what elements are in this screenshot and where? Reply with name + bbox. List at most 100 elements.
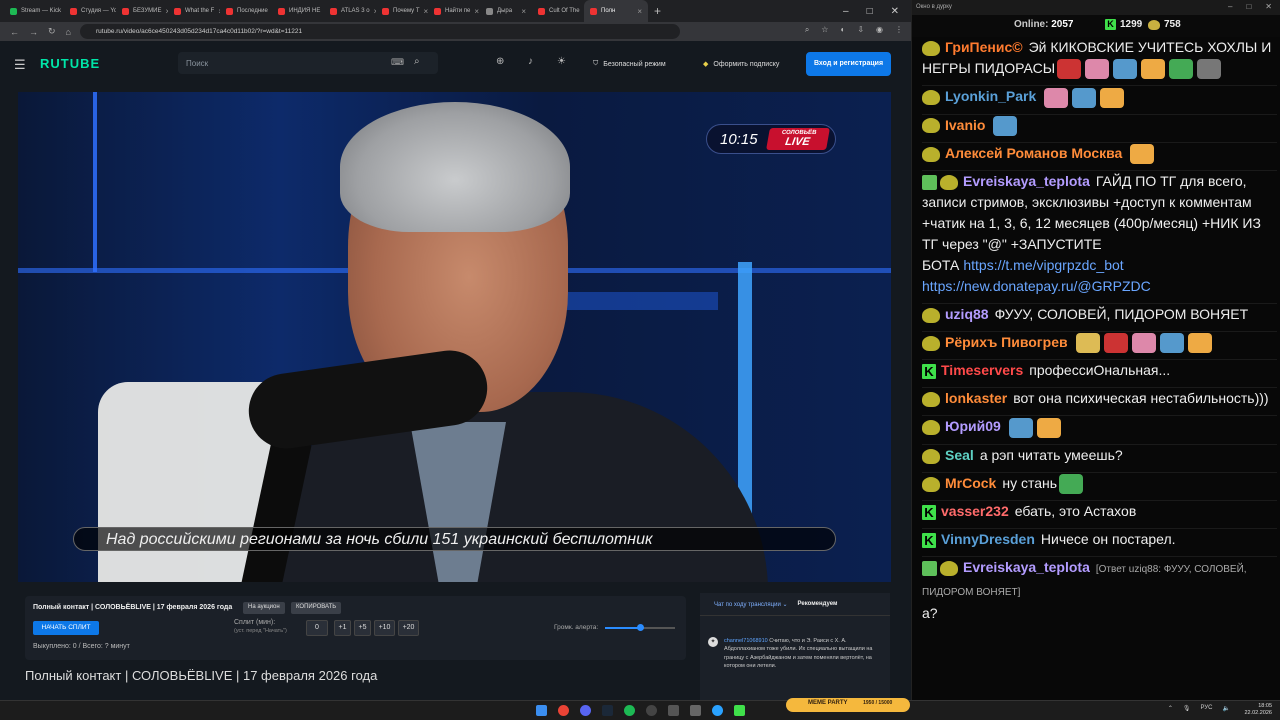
maximize-icon[interactable]: □ <box>867 6 873 17</box>
extension-icon[interactable]: ◐ <box>840 25 845 35</box>
subscribe-button[interactable]: ◆ Оформить подписку <box>695 54 795 74</box>
chat-username[interactable]: Рёрихъ Пивогрев <box>945 334 1068 350</box>
search-icon[interactable]: ⌕ <box>414 56 420 67</box>
add-10-button[interactable]: +10 <box>374 620 395 636</box>
chat-username[interactable]: Ivanio <box>945 117 985 133</box>
video-player[interactable]: 10:15 СОЛОВЬЁВ LIVE Над российскими реги… <box>18 92 891 582</box>
language-indicator[interactable]: РУС <box>1201 705 1213 712</box>
chat-username[interactable]: channel71068910 <box>724 638 768 644</box>
browser-tab[interactable]: Студия — YouTube× <box>64 0 116 22</box>
mic-icon[interactable]: 🎙 <box>1183 705 1191 712</box>
download-icon[interactable]: ⇩ <box>857 25 864 35</box>
chrome-icon[interactable] <box>558 705 569 716</box>
add-1-button[interactable]: +1 <box>334 620 351 636</box>
steam-icon[interactable] <box>602 705 613 716</box>
split-minutes-input[interactable]: 0 <box>306 620 328 636</box>
spotify-icon[interactable] <box>624 705 635 716</box>
chat-username[interactable]: vasser232 <box>941 503 1009 519</box>
windows-start-icon[interactable] <box>536 705 547 716</box>
chat-username[interactable]: Evreiskaya_teplota <box>963 559 1090 575</box>
back-icon[interactable]: ← <box>10 27 19 37</box>
emote-icon <box>1187 333 1212 354</box>
close-icon[interactable]: ✕ <box>1265 2 1272 11</box>
chat-username[interactable]: VinnyDresden <box>941 531 1035 547</box>
twitch-count: 758 <box>1164 19 1181 30</box>
chat-username[interactable]: Юрий09 <box>945 418 1001 434</box>
browser-tab[interactable]: Найти пе × <box>428 0 480 22</box>
add-20-button[interactable]: +20 <box>398 620 419 636</box>
copy-button[interactable]: КОПИРОВАТЬ <box>291 602 342 614</box>
meme-party-widget[interactable]: MEME PARTY 1950 / 15000 <box>786 698 910 712</box>
upload-icon[interactable]: ⊕ <box>496 56 504 67</box>
reload-icon[interactable]: ↻ <box>48 26 56 37</box>
chat-username[interactable]: Алексей Романов Москва <box>945 145 1122 161</box>
rutube-logo[interactable]: RUTUBE <box>40 56 100 71</box>
theme-icon[interactable]: ☀ <box>557 56 566 67</box>
subscriber-badge-icon <box>922 420 940 436</box>
subscriber-badge-icon <box>922 392 940 408</box>
browser-tab[interactable]: Stream — Kick× <box>4 0 64 22</box>
chat-link[interactable]: https://t.me/vipgrpzdc_bot <box>963 257 1123 273</box>
browser-tab[interactable]: What the F× <box>168 0 220 22</box>
chat-username[interactable]: Lyonkin_Park <box>945 88 1036 104</box>
chat-text: ну стань <box>1002 474 1058 491</box>
browser-tab[interactable]: БЕЗУМИЕ × <box>116 0 168 22</box>
chat-link[interactable]: https://new.donatepay.ru/@GRPZDC <box>922 278 1151 294</box>
bell-icon[interactable]: ♪ <box>528 56 533 67</box>
menu-icon[interactable]: ⋮ <box>895 25 903 35</box>
profile-icon[interactable]: ◉ <box>876 25 883 35</box>
start-split-button[interactable]: НАЧАТЬ СПЛИТ <box>33 621 99 635</box>
maximize-icon[interactable]: □ <box>1246 2 1251 11</box>
browser-tab[interactable]: Дыра × <box>480 0 532 22</box>
kick-icon[interactable] <box>734 705 745 716</box>
forward-icon[interactable]: → <box>29 27 38 37</box>
clock[interactable]: 18:05 22.02.2026 <box>1244 703 1272 717</box>
minimize-icon[interactable]: – <box>843 6 849 17</box>
chat-username[interactable]: uziq88 <box>945 306 989 322</box>
zoom-icon[interactable]: ⌕ <box>805 25 809 35</box>
chat-username[interactable]: lonkaster <box>945 390 1007 406</box>
close-icon[interactable]: ✕ <box>891 6 899 17</box>
chat-message: MrCock ну стань <box>922 471 1277 495</box>
login-button[interactable]: Вход и регистрация <box>806 52 891 76</box>
url-field[interactable]: rutube.ru/video/ac6ce450243d05d234d17ca4… <box>80 24 680 39</box>
favicon-icon <box>382 7 389 15</box>
close-tab-icon[interactable]: × <box>474 7 479 16</box>
new-tab-button[interactable]: + <box>654 4 661 18</box>
chat-username[interactable]: ГриПенис© <box>945 39 1023 55</box>
tab-recommended[interactable]: Рекомендуем <box>798 601 838 608</box>
close-tab-icon[interactable]: × <box>637 7 642 16</box>
browser-tab[interactable]: Cult Of The× <box>532 0 584 22</box>
app-icon[interactable] <box>690 705 701 716</box>
browser-tab[interactable]: Полн × <box>584 0 648 22</box>
app-icon[interactable] <box>668 705 679 716</box>
home-icon[interactable]: ⌂ <box>66 27 71 37</box>
discord-icon[interactable] <box>580 705 591 716</box>
auction-button[interactable]: На аукцион <box>243 602 285 614</box>
safe-mode-button[interactable]: ⛉ Безопасный режим <box>585 54 685 74</box>
telegram-icon[interactable] <box>712 705 723 716</box>
browser-tab[interactable]: ИНДИЯ НЕ× <box>272 0 324 22</box>
bookmark-icon[interactable]: ☆ <box>821 25 828 35</box>
obs-icon[interactable] <box>646 705 657 716</box>
add-5-button[interactable]: +5 <box>354 620 371 636</box>
chat-username[interactable]: Evreiskaya_teplota <box>963 173 1090 189</box>
tab-live-chat[interactable]: Чат по ходу трансляции ⌄ <box>714 601 788 608</box>
chevron-up-icon[interactable]: ⌃ <box>1168 705 1173 712</box>
browser-tab[interactable]: Почему Т × <box>376 0 428 22</box>
volume-fill <box>605 627 640 629</box>
chat-username[interactable]: MrCock <box>945 475 996 491</box>
volume-thumb[interactable] <box>637 624 644 631</box>
close-tab-icon[interactable]: × <box>521 7 526 16</box>
minimize-icon[interactable]: – <box>1228 2 1232 11</box>
browser-tab[interactable]: ATLAS 3 о × <box>324 0 376 22</box>
browser-tab[interactable]: Последние× <box>220 0 272 22</box>
keyboard-icon[interactable]: ⌨ <box>391 57 404 68</box>
volume-icon[interactable]: 🔈 <box>1223 705 1230 712</box>
chat-username[interactable]: Timeservers <box>941 362 1023 378</box>
chat-username[interactable]: Seal <box>945 447 974 463</box>
alert-volume-slider[interactable] <box>605 624 675 631</box>
hamburger-menu-icon[interactable]: ☰ <box>14 57 26 73</box>
stream-title: Полный контакт | СОЛОВЬЁВLIVE | 17 февра… <box>33 604 233 611</box>
tab-label: Дыра <box>497 8 513 14</box>
